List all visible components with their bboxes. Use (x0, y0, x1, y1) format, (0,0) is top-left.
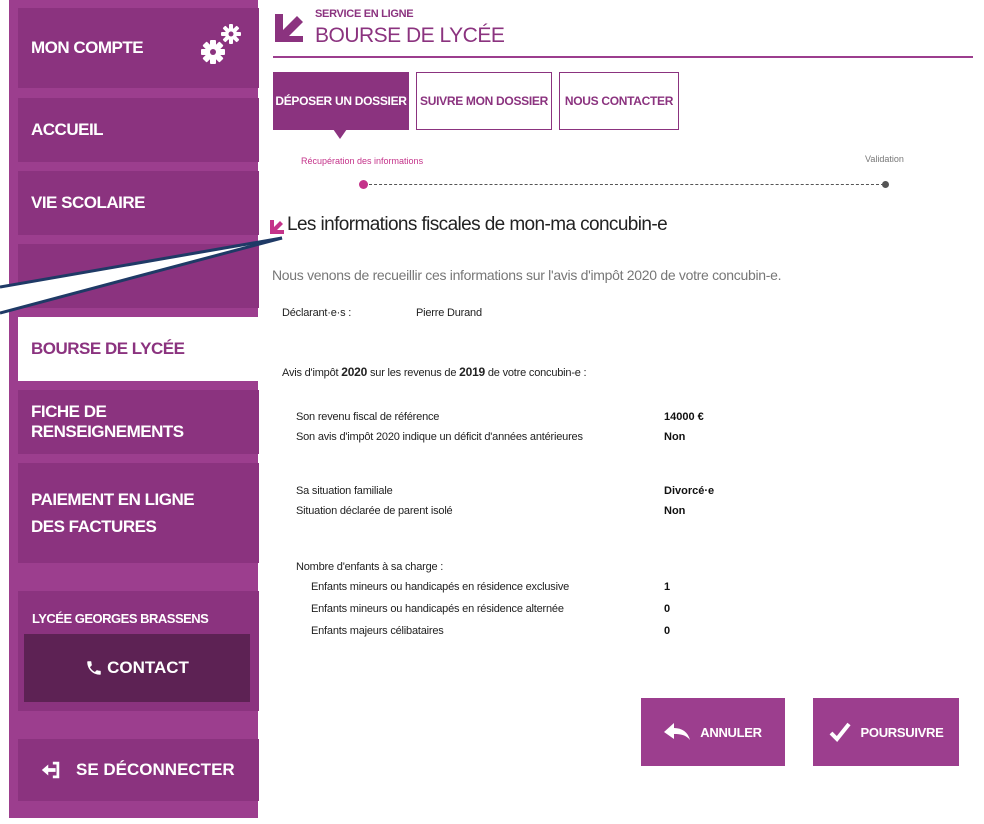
child-value: 1 (664, 581, 671, 593)
row-label: Sa situation familiale (296, 485, 393, 497)
cancel-label: ANNULER (700, 724, 762, 740)
avis-year: 2020 (341, 365, 368, 379)
tab-label: SUIVRE MON DOSSIER (420, 94, 548, 108)
section-title: Les informations fiscales de mon-ma conc… (287, 214, 668, 235)
gear-icon (201, 24, 241, 64)
progress-dot-end (882, 181, 889, 188)
checkmark-icon (829, 722, 851, 742)
progress-dot-current (359, 180, 368, 189)
declarant-label: Déclarant·e·s : (282, 307, 352, 319)
progress-line (364, 184, 884, 185)
declarant-value: Pierre Durand (416, 307, 482, 319)
avis-prefix: Avis d'impôt (282, 367, 339, 379)
sidebar-item-fiche[interactable]: FICHE DE RENSEIGNEMENTS (18, 390, 259, 454)
arrow-down-right-icon (270, 220, 284, 234)
school-name: LYCÉE GEORGES BRASSENS (32, 611, 209, 626)
avis-line: Avis d'impôt 2020 sur les revenus de 201… (282, 365, 587, 379)
cancel-button[interactable]: ANNULER (641, 698, 785, 766)
row-label: Situation déclarée de parent isolé (296, 505, 453, 517)
row-value: Divorcé·e (664, 485, 715, 497)
sidebar-item-label: PAIEMENT EN LIGNE DES FACTURES (31, 489, 195, 536)
row-label: Son revenu fiscal de référence (296, 411, 440, 423)
sidebar-item-vie-scolaire[interactable]: VIE SCOLAIRE (18, 171, 259, 235)
sidebar-item-bourse[interactable]: BOURSE DE LYCÉE (18, 317, 259, 381)
avis-suffix: de votre concubin-e : (487, 367, 587, 379)
intro-text: Nous venons de recueillir ces informatio… (272, 267, 782, 283)
logout-button[interactable]: SE DÉCONNECTER (18, 739, 259, 801)
sidebar-item-label: FICHE DE RENSEIGNEMENTS (31, 402, 184, 441)
sidebar-item-label: VIE SCOLAIRE (31, 193, 145, 212)
progress-step-2: Validation (865, 154, 904, 164)
phone-icon (87, 661, 101, 675)
account-label: MON COMPTE (31, 38, 144, 57)
school-box: LYCÉE GEORGES BRASSENS CONTACT (18, 591, 259, 711)
row-value: Non (664, 431, 686, 443)
tab-suivre[interactable]: SUIVRE MON DOSSIER (416, 72, 552, 130)
child-value: 0 (664, 625, 671, 637)
arrow-down-right-icon (275, 14, 303, 42)
continue-button[interactable]: POURSUIVRE (813, 698, 959, 766)
tab-contacter[interactable]: NOUS CONTACTER (559, 72, 679, 130)
tab-deposer[interactable]: DÉPOSER UN DOSSIER (273, 72, 409, 130)
tab-pointer (333, 129, 347, 139)
row-value: Non (664, 505, 686, 517)
back-arrow-icon (664, 723, 691, 740)
children-heading: Nombre d'enfants à sa charge : (296, 561, 444, 573)
logout-label: SE DÉCONNECTER (76, 760, 235, 779)
sidebar: MON COMPTE ACCUEIL VIE SCOLAIRE BOURSE D… (9, 0, 259, 818)
child-value: 0 (664, 603, 671, 615)
sidebar-item-accueil[interactable]: ACCUEIL (18, 98, 259, 162)
row-label: Son avis d'impôt 2020 indique un déficit… (296, 431, 583, 443)
sidebar-item-paiement[interactable]: PAIEMENT EN LIGNE DES FACTURES (18, 463, 259, 563)
contact-label: CONTACT (107, 658, 189, 677)
header-divider (273, 56, 973, 58)
avis-middle: sur les revenus de (369, 367, 457, 379)
sidebar-item-hidden[interactable] (18, 244, 259, 308)
tab-label: NOUS CONTACTER (564, 94, 674, 108)
child-label: Enfants mineurs ou handicapés en résiden… (311, 581, 570, 593)
child-label: Enfants majeurs célibataires (311, 625, 444, 637)
page-title: BOURSE DE LYCÉE (315, 24, 505, 47)
contact-button[interactable]: CONTACT (24, 634, 250, 702)
continue-label: POURSUIVRE (860, 724, 944, 740)
row-value: 14000 € (664, 411, 704, 423)
child-label: Enfants mineurs ou handicapés en résiden… (311, 603, 564, 615)
logout-icon (41, 761, 60, 779)
header-subtitle: SERVICE EN LIGNE (315, 8, 414, 20)
revenue-year: 2019 (459, 365, 486, 379)
sidebar-item-label: BOURSE DE LYCÉE (31, 339, 185, 358)
tab-label: DÉPOSER UN DOSSIER (275, 94, 407, 108)
sidebar-item-label: ACCUEIL (31, 120, 104, 139)
progress-step-1: Récupération des informations (301, 156, 424, 166)
account-menu[interactable]: MON COMPTE (18, 8, 259, 88)
